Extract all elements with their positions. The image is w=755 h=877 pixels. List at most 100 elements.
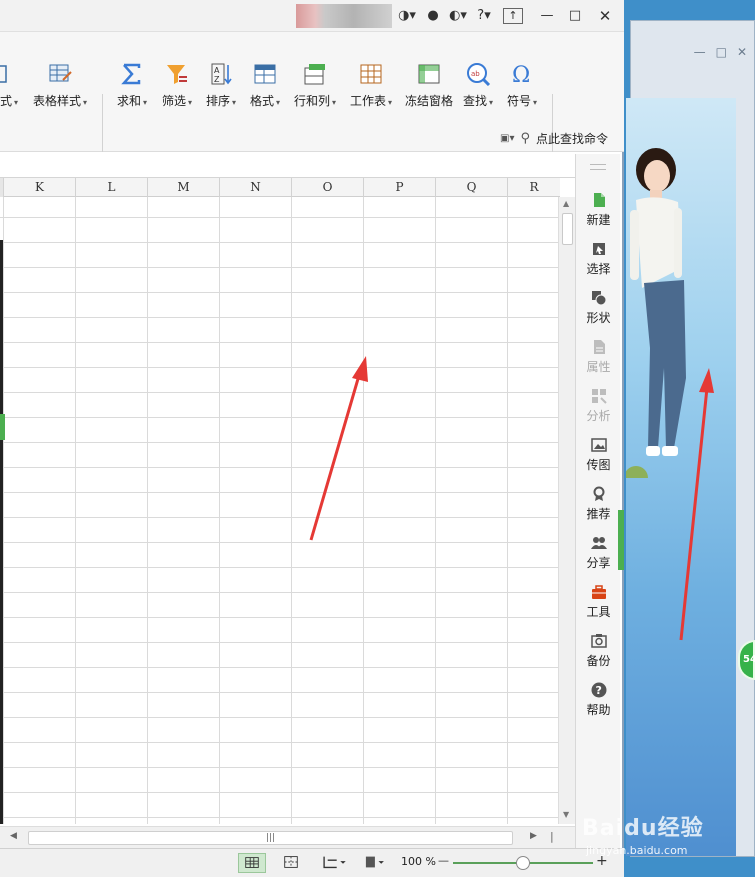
user-avatar[interactable] bbox=[296, 4, 392, 28]
pane-item-label: 传图 bbox=[586, 458, 611, 472]
ribbon-table-style[interactable]: 表格样式 ▾ bbox=[33, 62, 87, 109]
pane-collapse-handle[interactable] bbox=[618, 510, 624, 570]
ribbon-sum[interactable]: 求和 ▾ bbox=[117, 62, 147, 109]
pane-item-label: 分享 bbox=[586, 556, 611, 570]
column-header[interactable]: Q bbox=[436, 178, 508, 197]
find-command-bar[interactable]: ▣▾ ⚲ 点此查找命令 bbox=[500, 128, 608, 148]
find-command-label[interactable]: 点此查找命令 bbox=[536, 130, 608, 147]
vertical-scrollbar[interactable]: ▲ ▼ bbox=[558, 197, 575, 824]
scroll-end-icon[interactable]: | bbox=[550, 830, 554, 843]
column-header[interactable]: K bbox=[4, 178, 76, 197]
vertical-scroll-thumb[interactable] bbox=[562, 213, 573, 245]
background-window-controls: — □ ✕ bbox=[631, 45, 747, 63]
svg-text:Ω: Ω bbox=[512, 63, 530, 86]
pane-item-recommend[interactable]: 推荐 bbox=[576, 486, 621, 522]
pane-item-share[interactable]: 分享 bbox=[576, 535, 621, 571]
ribbon-freeze[interactable]: 冻结窗格 bbox=[405, 62, 453, 109]
omega-icon: Ω bbox=[512, 63, 530, 86]
sort-icon: AZ bbox=[211, 63, 232, 85]
ribbon-collapse-icon[interactable]: ▣▾ bbox=[500, 133, 514, 144]
eye-protect-icon bbox=[365, 856, 384, 868]
ribbon-label: 工作表 bbox=[350, 94, 387, 108]
active-row-marker bbox=[0, 414, 5, 440]
shield-icon[interactable]: ● bbox=[424, 6, 442, 26]
help-icon[interactable]: ?▾ bbox=[473, 6, 495, 26]
scroll-up-icon[interactable]: ▲ bbox=[563, 199, 569, 208]
ribbon-row-col[interactable]: 行和列 ▾ bbox=[294, 62, 336, 109]
page-break-icon bbox=[284, 856, 298, 868]
pane-item-send-image[interactable]: 传图 bbox=[576, 437, 621, 473]
status-bar: 100 % — + bbox=[0, 848, 624, 877]
help-label: ? bbox=[477, 8, 485, 23]
svg-text:?: ? bbox=[595, 684, 601, 697]
pane-item-label: 备份 bbox=[586, 654, 611, 668]
formula-bar[interactable] bbox=[0, 154, 575, 178]
maximize-button[interactable]: □ bbox=[566, 6, 584, 26]
pane-item-help[interactable]: ? 帮助 bbox=[576, 682, 621, 718]
badge-count: 54 bbox=[743, 654, 755, 665]
column-header[interactable]: N bbox=[220, 178, 292, 197]
pane-item-shape[interactable]: 形状 bbox=[576, 290, 621, 326]
pane-item-property: 属性 bbox=[576, 339, 621, 375]
pane-item-label: 新建 bbox=[586, 213, 611, 227]
column-header-row: K L M N O P Q R bbox=[0, 178, 560, 197]
ribbon-label: 表格样式 bbox=[33, 94, 82, 108]
upload-icon[interactable]: ↑ bbox=[503, 8, 523, 24]
normal-view-button[interactable] bbox=[238, 853, 266, 873]
character-illustration bbox=[626, 148, 686, 478]
minimize-button[interactable]: — bbox=[538, 6, 556, 26]
task-pane-grip[interactable] bbox=[590, 164, 606, 170]
horizontal-scroll-thumb[interactable]: ||| bbox=[28, 831, 513, 845]
pane-item-label: 推荐 bbox=[586, 507, 611, 521]
feedback-icon[interactable]: ◐▾ bbox=[447, 6, 469, 26]
pane-item-backup[interactable]: 备份 bbox=[576, 633, 621, 669]
column-header[interactable]: O bbox=[292, 178, 364, 197]
close-button[interactable]: ✕ bbox=[596, 6, 614, 26]
grid-view-icon bbox=[245, 857, 259, 868]
freeze-icon bbox=[418, 64, 440, 84]
zoom-out-button[interactable]: — bbox=[438, 854, 449, 867]
minimize-icon[interactable]: — bbox=[694, 45, 706, 63]
cursor-icon bbox=[592, 243, 605, 255]
layout-view-button[interactable] bbox=[320, 853, 350, 873]
ribbon-find[interactable]: ab 查找 ▾ bbox=[463, 62, 493, 109]
pane-item-new[interactable]: 新建 bbox=[576, 192, 621, 228]
pane-item-label: 选择 bbox=[586, 262, 611, 276]
pane-item-tools[interactable]: 工具 bbox=[576, 584, 621, 620]
skin-icon[interactable]: ◑▾ bbox=[396, 6, 418, 26]
ribbon-award-icon bbox=[593, 486, 604, 501]
maximize-icon[interactable]: □ bbox=[716, 45, 727, 63]
close-icon[interactable]: ✕ bbox=[737, 45, 747, 63]
sigma-icon bbox=[121, 63, 141, 85]
horizontal-scrollbar[interactable]: ◀ ||| ▶ | bbox=[0, 826, 575, 848]
zoom-slider-knob[interactable] bbox=[516, 856, 530, 870]
pane-item-select[interactable]: 选择 bbox=[576, 241, 621, 277]
row-col-icon bbox=[304, 64, 326, 85]
ribbon-label: 格式 bbox=[250, 94, 275, 108]
ribbon-cell-style[interactable]: 式 ▾ bbox=[0, 62, 22, 109]
column-header[interactable]: M bbox=[148, 178, 220, 197]
ribbon-filter[interactable]: 筛选 ▾ bbox=[162, 62, 192, 109]
reading-mode-button[interactable] bbox=[360, 853, 390, 873]
ribbon-label: 排序 bbox=[206, 94, 231, 108]
svg-text:A: A bbox=[214, 66, 220, 75]
scroll-down-icon[interactable]: ▼ bbox=[563, 810, 569, 819]
cell-grid[interactable] bbox=[0, 197, 558, 824]
ribbon-label: 式 bbox=[0, 94, 12, 108]
help-circle-icon: ? bbox=[591, 682, 606, 698]
column-header[interactable]: R bbox=[508, 178, 560, 197]
worksheet-icon bbox=[360, 64, 382, 84]
ribbon-worksheet[interactable]: 工作表 ▾ bbox=[350, 62, 392, 109]
filter-icon bbox=[167, 65, 188, 84]
ribbon-sort[interactable]: AZ 排序 ▾ bbox=[206, 62, 236, 109]
scroll-right-icon[interactable]: ▶ bbox=[530, 831, 537, 841]
ribbon-format[interactable]: 格式 ▾ bbox=[250, 62, 280, 109]
column-header[interactable]: L bbox=[76, 178, 148, 197]
watermark: Baidu经验 jingyan.baidu.com bbox=[574, 806, 744, 866]
ribbon-symbol[interactable]: Ω 符号 ▾ bbox=[507, 62, 537, 109]
find-icon: ab bbox=[467, 63, 491, 86]
column-header[interactable]: P bbox=[364, 178, 436, 197]
scroll-left-icon[interactable]: ◀ bbox=[10, 831, 17, 841]
page-break-view-button[interactable] bbox=[278, 853, 306, 873]
ribbon-label: 符号 bbox=[507, 94, 532, 108]
